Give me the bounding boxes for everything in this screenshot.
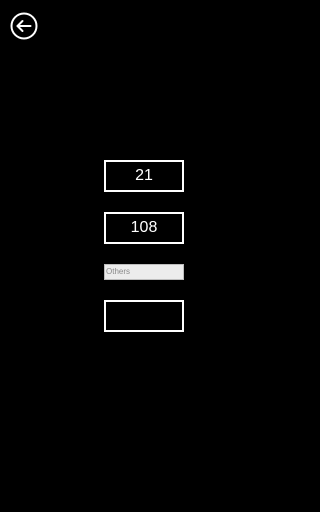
value-field-1[interactable]: 21 [104, 160, 184, 192]
category-select[interactable]: Others [104, 264, 184, 280]
back-button[interactable] [10, 12, 38, 40]
value-field-1-text: 21 [135, 167, 153, 184]
value-field-2[interactable]: 108 [104, 212, 184, 244]
value-field-2-text: 108 [130, 219, 158, 236]
arrow-left-circle-icon [10, 12, 38, 40]
category-select-value: Others [106, 267, 131, 276]
value-field-4[interactable] [104, 300, 184, 332]
